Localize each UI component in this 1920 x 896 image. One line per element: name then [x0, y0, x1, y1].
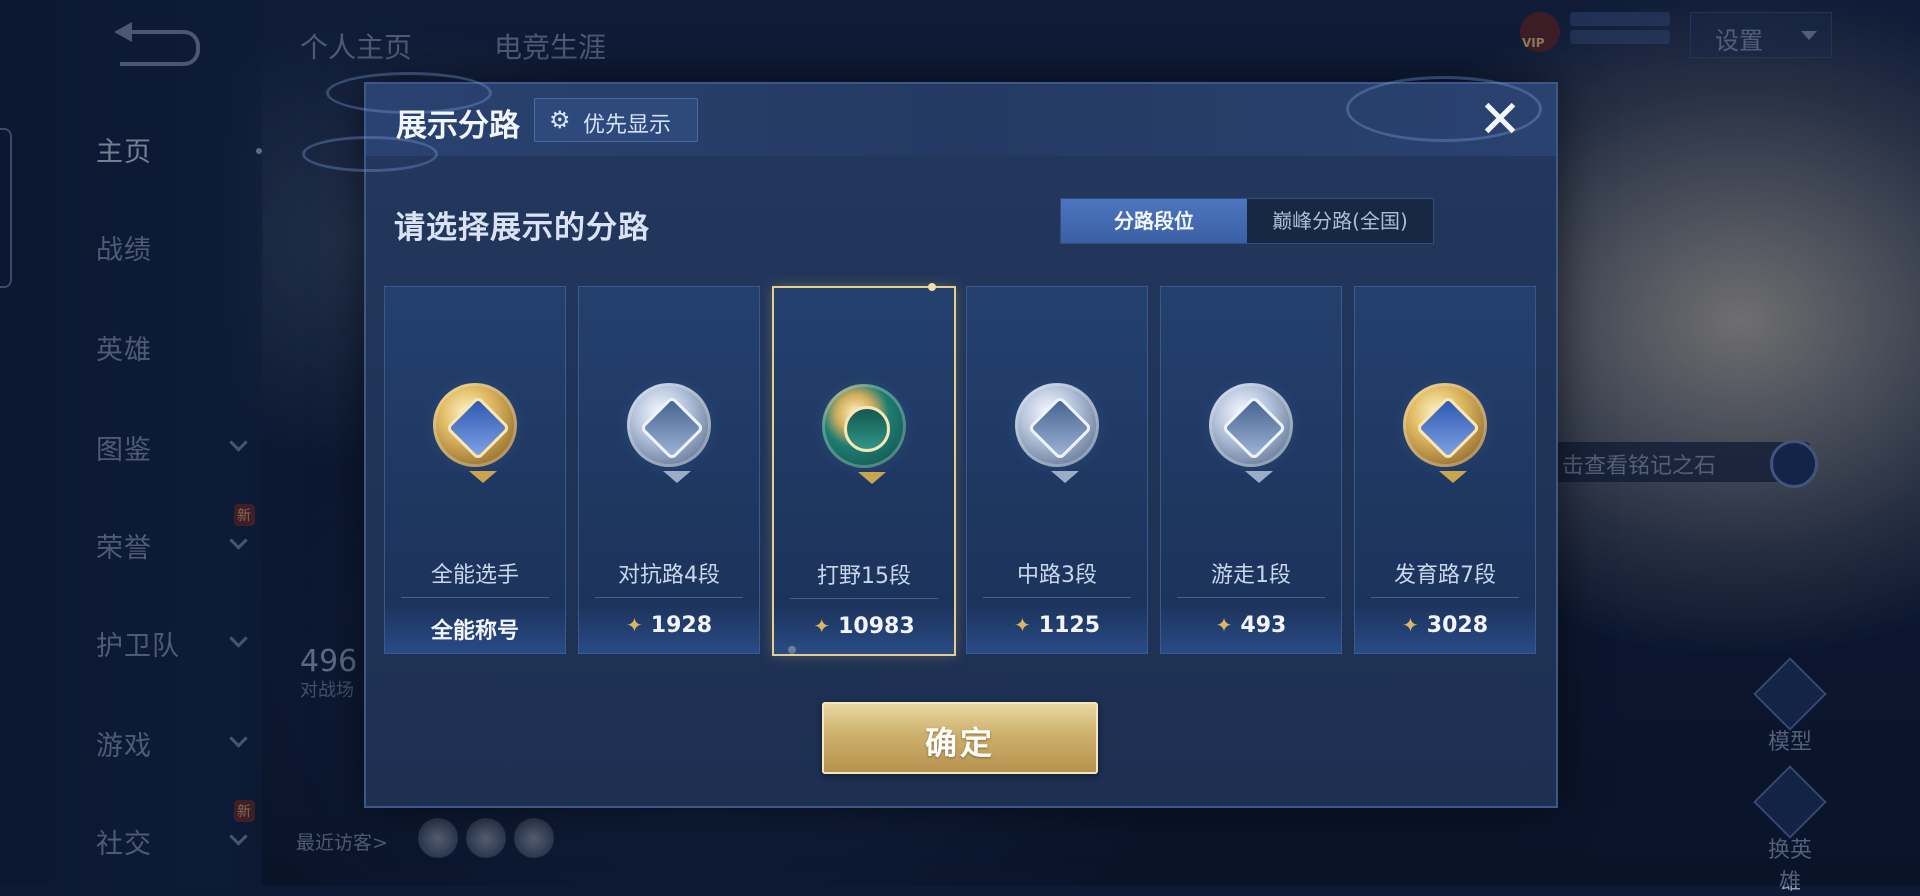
- lane-rank-label: 中路3段: [1017, 563, 1097, 588]
- rank-badge-icon: [1209, 383, 1293, 483]
- lane-rank-label: 全能选手: [430, 563, 519, 588]
- lane-card[interactable]: 中路3段 ✦ 1125: [966, 286, 1148, 654]
- badge-emblem: [1221, 395, 1287, 461]
- badge-emblem: [445, 395, 511, 461]
- close-icon: ✕: [1478, 90, 1522, 150]
- badge-ribbon: [1245, 471, 1273, 483]
- lane-card[interactable]: 对抗路4段 ✦ 1928: [578, 286, 760, 654]
- rank-badge-icon: [433, 383, 517, 483]
- card-divider: [595, 597, 743, 598]
- lane-card[interactable]: 全能选手 全能称号: [384, 286, 566, 654]
- lane-score: ✦ 1125: [967, 613, 1147, 638]
- card-divider: [790, 598, 938, 599]
- lane-type-switch: 分路段位 巅峰分路(全国): [1060, 198, 1434, 244]
- badge-emblem: [1027, 395, 1093, 461]
- card-divider: [983, 597, 1131, 598]
- confirm-button[interactable]: 确定: [822, 702, 1098, 774]
- lane-score-value: 全能称号: [430, 619, 519, 644]
- card-divider: [1177, 597, 1325, 598]
- points-icon: ✦: [1014, 613, 1031, 637]
- lane-display-modal: 展示分路 ⚙ 优先显示 ✕ 请选择展示的分路 分路段位 巅峰分路(全国) 全能选…: [302, 72, 1558, 808]
- segment-peak-lane[interactable]: 巅峰分路(全国): [1247, 199, 1433, 243]
- lane-score: ✦ 3028: [1355, 613, 1535, 638]
- rank-badge-glow: [619, 375, 719, 483]
- points-icon: ✦: [813, 614, 831, 638]
- rank-badge-glow: [1201, 375, 1301, 483]
- badge-emblem: [1415, 395, 1481, 461]
- lane-score-value: 1125: [1038, 613, 1100, 638]
- badge-ribbon: [858, 472, 886, 484]
- confirm-label: 确定: [924, 724, 995, 762]
- priority-display-button[interactable]: ⚙ 优先显示: [534, 98, 698, 142]
- rank-badge-icon: [1015, 383, 1099, 483]
- lane-rank-label: 对抗路4段: [618, 563, 720, 588]
- lane-card[interactable]: 打野15段 ✦ 10983: [772, 283, 956, 656]
- close-button[interactable]: ✕: [1474, 94, 1526, 146]
- modal-subtitle: 请选择展示的分路: [394, 210, 650, 246]
- modal-title: 展示分路: [396, 108, 520, 144]
- gear-icon: ⚙: [549, 106, 571, 134]
- rank-badge-glow: [814, 376, 914, 484]
- badge-ribbon: [469, 471, 497, 483]
- lane-score-value: 1928: [650, 613, 712, 638]
- rank-badge-icon: [627, 383, 711, 483]
- priority-display-label: 优先显示: [583, 113, 672, 138]
- rank-badge-glow: [425, 375, 525, 483]
- points-icon: ✦: [1215, 613, 1233, 637]
- rank-badge-icon: [1403, 383, 1487, 483]
- badge-ribbon: [663, 471, 691, 483]
- badge-ribbon: [1439, 471, 1467, 483]
- lane-card[interactable]: 游走1段 ✦ 493: [1160, 286, 1342, 654]
- lane-card[interactable]: 发育路7段 ✦ 3028: [1354, 286, 1536, 654]
- lane-rank-label: 发育路7段: [1394, 563, 1496, 588]
- badge-emblem: [834, 396, 900, 462]
- card-divider: [1371, 597, 1519, 598]
- points-icon: ✦: [626, 613, 643, 637]
- lane-rank-label: 打野15段: [817, 564, 911, 589]
- lane-score: ✦ 493: [1161, 613, 1341, 638]
- card-divider: [401, 597, 549, 598]
- segment-lane-rank[interactable]: 分路段位: [1061, 199, 1247, 243]
- selection-corner-dot: [928, 283, 936, 291]
- lane-score-value: 10983: [838, 614, 915, 639]
- lane-score: 全能称号: [385, 613, 565, 645]
- rank-badge-icon: [822, 384, 906, 484]
- lane-score: ✦ 1928: [579, 613, 759, 638]
- badge-ribbon: [1051, 471, 1079, 483]
- lane-score: ✦ 10983: [774, 614, 954, 639]
- points-icon: ✦: [1402, 613, 1419, 637]
- lane-rank-label: 游走1段: [1211, 563, 1291, 588]
- badge-emblem: [639, 395, 705, 461]
- rank-badge-glow: [1395, 375, 1495, 483]
- lane-score-value: 493: [1240, 613, 1287, 638]
- lane-score-value: 3028: [1426, 613, 1488, 638]
- rank-badge-glow: [1007, 375, 1107, 483]
